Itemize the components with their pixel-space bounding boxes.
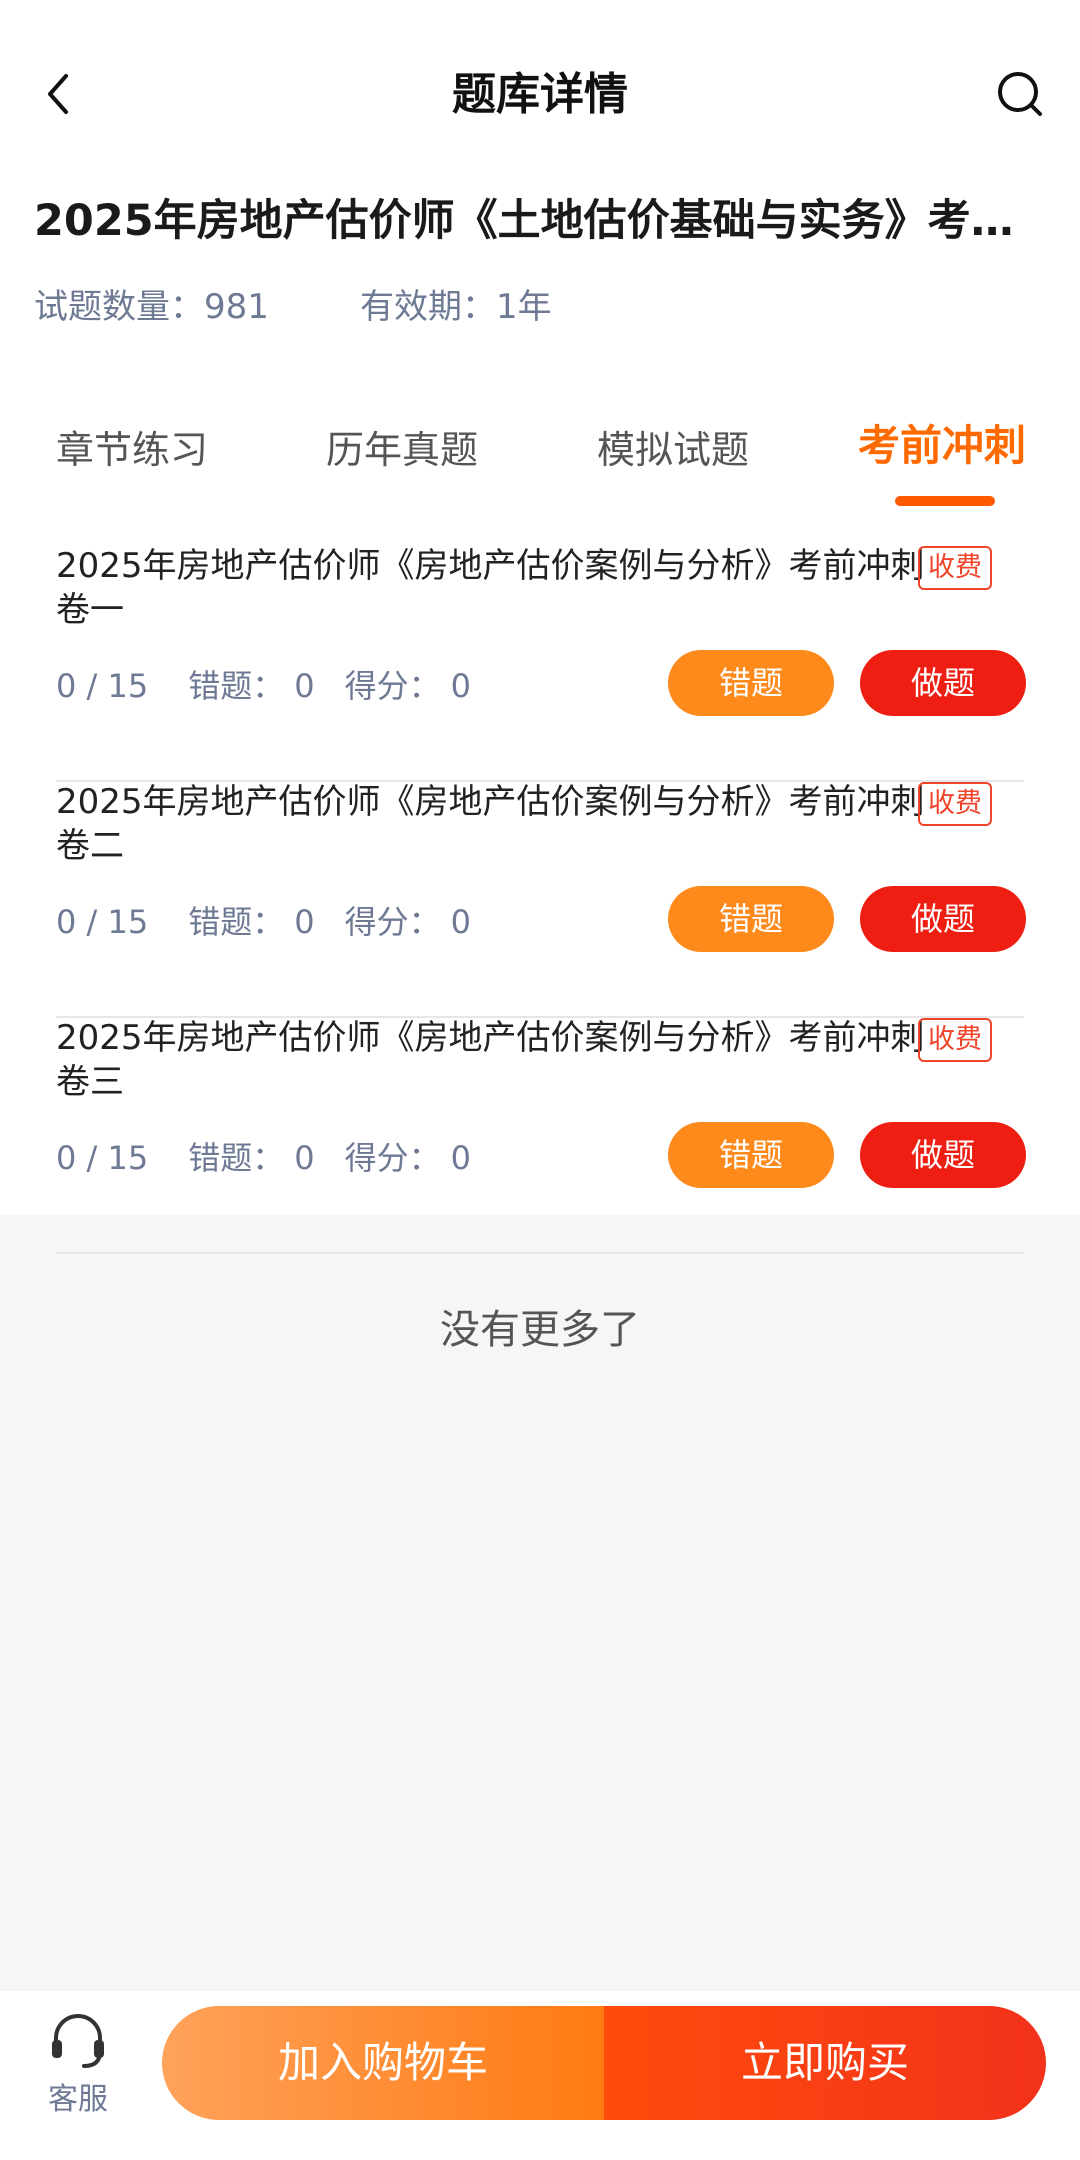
paper-title[interactable]: 2025年房地产估价师《房地产估价案例与分析》考前冲刺卷三 bbox=[56, 1016, 926, 1104]
wrong-questions-button[interactable]: 错题 bbox=[668, 1122, 834, 1188]
bottom-action-bar: 客服 加入购物车 立即购买 bbox=[0, 1989, 1080, 2160]
navigation-bar: 题库详情 bbox=[0, 40, 1080, 150]
search-icon bbox=[998, 72, 1042, 116]
progress-count: 0 / 15 bbox=[56, 1139, 149, 1177]
validity-period: 有效期：1年 bbox=[360, 287, 552, 327]
wrong-count-value: 0 bbox=[294, 1139, 315, 1177]
search-button[interactable] bbox=[988, 62, 1052, 126]
start-quiz-button[interactable]: 做题 bbox=[860, 1122, 1026, 1188]
start-quiz-button[interactable]: 做题 bbox=[860, 886, 1026, 952]
purchase-buttons: 加入购物车 立即购买 bbox=[162, 2006, 1046, 2120]
list-item: 2025年房地产估价师《房地产估价案例与分析》考前冲刺卷三 收费 0 / 15 错… bbox=[56, 1016, 1026, 1254]
progress-count: 0 / 15 bbox=[56, 667, 149, 705]
wrong-count-value: 0 bbox=[294, 903, 315, 941]
active-tab-indicator bbox=[895, 496, 995, 506]
page-title: 题库详情 bbox=[452, 69, 628, 120]
tab-mock-tests[interactable]: 模拟试题 bbox=[597, 420, 749, 480]
wrong-questions-button[interactable]: 错题 bbox=[668, 886, 834, 952]
tab-chapter-practice[interactable]: 章节练习 bbox=[56, 420, 208, 480]
score-label: 得分： bbox=[344, 667, 441, 705]
paper-stats: 0 / 15 错题： 0 得分： 0 bbox=[56, 900, 471, 944]
customer-service-label: 客服 bbox=[48, 2082, 108, 2117]
paper-title[interactable]: 2025年房地产估价师《房地产估价案例与分析》考前冲刺卷二 bbox=[56, 780, 926, 868]
score-label: 得分： bbox=[344, 903, 441, 941]
add-to-cart-button[interactable]: 加入购物车 bbox=[162, 2006, 604, 2120]
wrong-count-value: 0 bbox=[294, 667, 315, 705]
paid-badge: 收费 bbox=[918, 1018, 992, 1062]
headset-icon bbox=[52, 2014, 104, 2068]
score-value: 0 bbox=[450, 667, 471, 705]
list-item: 2025年房地产估价师《房地产估价案例与分析》考前冲刺卷二 收费 0 / 15 错… bbox=[56, 780, 1026, 1018]
question-bank-title: 2025年房地产估价师《土地估价基础与实务》考… bbox=[34, 196, 1014, 246]
wrong-questions-button[interactable]: 错题 bbox=[668, 650, 834, 716]
list-item: 2025年房地产估价师《房地产估价案例与分析》考前冲刺卷一 收费 0 / 15 错… bbox=[56, 544, 1026, 782]
buy-now-button[interactable]: 立即购买 bbox=[604, 2006, 1046, 2120]
paid-badge: 收费 bbox=[918, 546, 992, 590]
wrong-count-label: 错题： bbox=[188, 903, 285, 941]
progress-count: 0 / 15 bbox=[56, 903, 149, 941]
start-quiz-button[interactable]: 做题 bbox=[860, 650, 1026, 716]
tab-final-sprint[interactable]: 考前冲刺 bbox=[858, 416, 1026, 476]
list-end-text: 没有更多了 bbox=[440, 1307, 640, 1353]
paid-badge: 收费 bbox=[918, 782, 992, 826]
wrong-count-label: 错题： bbox=[188, 1139, 285, 1177]
content-area: 题库详情 2025年房地产估价师《土地估价基础与实务》考… 试题数量：981 有… bbox=[0, 0, 1080, 1254]
score-value: 0 bbox=[450, 903, 471, 941]
paper-title[interactable]: 2025年房地产估价师《房地产估价案例与分析》考前冲刺卷一 bbox=[56, 544, 926, 632]
question-count: 试题数量：981 bbox=[34, 287, 269, 327]
tab-past-exams[interactable]: 历年真题 bbox=[326, 420, 478, 480]
score-value: 0 bbox=[450, 1139, 471, 1177]
customer-service-button[interactable]: 客服 bbox=[28, 2008, 128, 2128]
wrong-count-label: 错题： bbox=[188, 667, 285, 705]
score-label: 得分： bbox=[344, 1139, 441, 1177]
paper-stats: 0 / 15 错题： 0 得分： 0 bbox=[56, 1136, 471, 1180]
paper-stats: 0 / 15 错题： 0 得分： 0 bbox=[56, 664, 471, 708]
category-tabs: 章节练习 历年真题 模拟试题 考前冲刺 bbox=[0, 410, 1080, 510]
